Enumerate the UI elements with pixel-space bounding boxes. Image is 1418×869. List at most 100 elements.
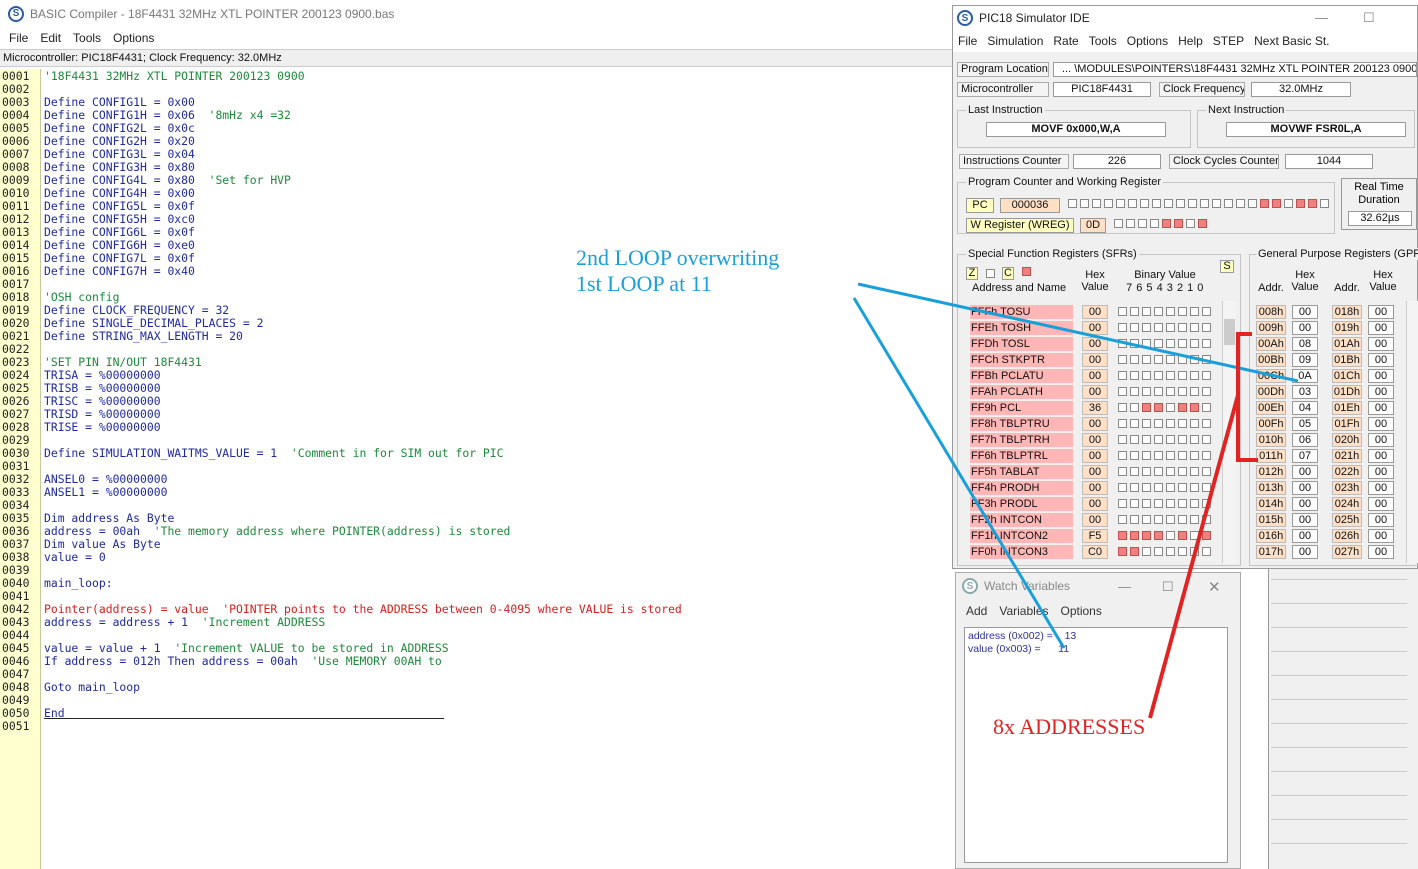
wreg-bit[interactable] bbox=[1138, 219, 1147, 228]
pc-bit[interactable] bbox=[1308, 199, 1317, 208]
flag-z-box[interactable] bbox=[986, 269, 995, 278]
sfr-bit[interactable] bbox=[1154, 387, 1163, 396]
sfr-bit[interactable] bbox=[1130, 339, 1139, 348]
gpr-value[interactable]: 00 bbox=[1368, 401, 1394, 415]
sfr-bit[interactable] bbox=[1178, 515, 1187, 524]
sfr-bit[interactable] bbox=[1178, 483, 1187, 492]
sfr-name[interactable]: FF2h INTCON bbox=[970, 513, 1073, 527]
pc-bit[interactable] bbox=[1104, 199, 1113, 208]
sfr-bit[interactable] bbox=[1190, 403, 1199, 412]
sfr-bit[interactable] bbox=[1190, 515, 1199, 524]
sfr-bit[interactable] bbox=[1202, 483, 1211, 492]
sfr-bit[interactable] bbox=[1166, 371, 1175, 380]
sim-menu-item[interactable]: Help bbox=[1173, 34, 1208, 48]
sfr-bit[interactable] bbox=[1190, 371, 1199, 380]
sfr-hex[interactable]: 00 bbox=[1082, 481, 1108, 495]
compiler-menu-item[interactable]: Edit bbox=[34, 31, 67, 45]
wreg-bit[interactable] bbox=[1150, 219, 1159, 228]
sfr-bit[interactable] bbox=[1118, 339, 1127, 348]
sfr-hex[interactable]: 00 bbox=[1082, 465, 1108, 479]
sfr-name[interactable]: FF5h TABLAT bbox=[970, 465, 1073, 479]
sfr-bit[interactable] bbox=[1154, 419, 1163, 428]
sfr-bit[interactable] bbox=[1190, 467, 1199, 476]
sfr-bit[interactable] bbox=[1202, 435, 1211, 444]
sfr-bit[interactable] bbox=[1166, 403, 1175, 412]
sfr-bit[interactable] bbox=[1202, 531, 1211, 540]
sfr-bit[interactable] bbox=[1118, 435, 1127, 444]
sfr-hex[interactable]: 00 bbox=[1082, 353, 1108, 367]
sfr-bit[interactable] bbox=[1154, 371, 1163, 380]
gpr-value[interactable]: 00 bbox=[1368, 337, 1394, 351]
sfr-bit[interactable] bbox=[1190, 547, 1199, 556]
sfr-bit[interactable] bbox=[1166, 387, 1175, 396]
sfr-bit[interactable] bbox=[1118, 387, 1127, 396]
watch-menu-item[interactable]: Add bbox=[960, 604, 993, 618]
sfr-bit[interactable] bbox=[1142, 483, 1151, 492]
gpr-value[interactable]: 04 bbox=[1292, 401, 1318, 415]
sfr-bit[interactable] bbox=[1142, 515, 1151, 524]
sfr-bit[interactable] bbox=[1154, 499, 1163, 508]
program-location-field[interactable]: ... \MODULES\POINTERS\18F4431 32MHz XTL … bbox=[1053, 62, 1417, 77]
sfr-bit[interactable] bbox=[1142, 387, 1151, 396]
pc-bit[interactable] bbox=[1320, 199, 1329, 208]
wreg-bit[interactable] bbox=[1114, 219, 1123, 228]
gpr-value[interactable]: 00 bbox=[1368, 353, 1394, 367]
sfr-bit[interactable] bbox=[1190, 499, 1199, 508]
sfr-bit[interactable] bbox=[1202, 515, 1211, 524]
sfr-bit[interactable] bbox=[1202, 499, 1211, 508]
sfr-hex[interactable]: 36 bbox=[1082, 401, 1108, 415]
sfr-bit[interactable] bbox=[1130, 547, 1139, 556]
sfr-bit[interactable] bbox=[1142, 531, 1151, 540]
sfr-bit[interactable] bbox=[1178, 467, 1187, 476]
sfr-bit[interactable] bbox=[1190, 307, 1199, 316]
sfr-hex[interactable]: 00 bbox=[1082, 433, 1108, 447]
sfr-bit[interactable] bbox=[1142, 403, 1151, 412]
sfr-bit[interactable] bbox=[1190, 339, 1199, 348]
compiler-menu-item[interactable]: Options bbox=[107, 31, 160, 45]
code-line[interactable]: Define SIMULATION_WAITMS_VALUE = 1 'Comm… bbox=[44, 447, 503, 460]
gpr-scrollbar[interactable] bbox=[1406, 301, 1418, 563]
sfr-hex[interactable]: 00 bbox=[1082, 449, 1108, 463]
sfr-bit[interactable] bbox=[1178, 371, 1187, 380]
gpr-value[interactable]: 08 bbox=[1292, 337, 1318, 351]
gpr-value[interactable]: 00 bbox=[1368, 465, 1394, 479]
code-line[interactable]: ANSEL1 = %00000000 bbox=[44, 486, 167, 499]
sfr-bit[interactable] bbox=[1118, 467, 1127, 476]
sfr-bit[interactable] bbox=[1190, 451, 1199, 460]
sfr-bit[interactable] bbox=[1130, 531, 1139, 540]
sfr-hex[interactable]: 00 bbox=[1082, 369, 1108, 383]
sfr-bit[interactable] bbox=[1142, 419, 1151, 428]
sfr-bit[interactable] bbox=[1202, 451, 1211, 460]
pc-bit[interactable] bbox=[1236, 199, 1245, 208]
gpr-value[interactable]: 00 bbox=[1292, 321, 1318, 335]
maximize-icon[interactable]: ☐ bbox=[1363, 10, 1375, 26]
wreg-bit[interactable] bbox=[1162, 219, 1171, 228]
sfr-name[interactable]: FF1h INTCON2 bbox=[970, 529, 1073, 543]
sfr-bit[interactable] bbox=[1130, 371, 1139, 380]
sfr-bit[interactable] bbox=[1118, 307, 1127, 316]
pc-bit[interactable] bbox=[1248, 199, 1257, 208]
pc-bit[interactable] bbox=[1212, 199, 1221, 208]
flag-c[interactable]: C bbox=[1002, 267, 1014, 280]
gpr-value[interactable]: 00 bbox=[1368, 385, 1394, 399]
watch-list[interactable]: address (0x002) = 13 value (0x003) = 11 bbox=[964, 627, 1228, 863]
sfr-bit[interactable] bbox=[1166, 323, 1175, 332]
sfr-bit[interactable] bbox=[1178, 499, 1187, 508]
gpr-value[interactable]: 00 bbox=[1368, 369, 1394, 383]
sfr-bit[interactable] bbox=[1178, 419, 1187, 428]
watch-maximize-icon[interactable]: ☐ bbox=[1162, 579, 1174, 595]
sfr-bit[interactable] bbox=[1130, 435, 1139, 444]
sfr-bit[interactable] bbox=[1142, 467, 1151, 476]
sim-menu-item[interactable]: STEP bbox=[1208, 34, 1249, 48]
sfr-name[interactable]: FF7h TBLPTRH bbox=[970, 433, 1073, 447]
sfr-bit[interactable] bbox=[1178, 403, 1187, 412]
sfr-bit[interactable] bbox=[1202, 339, 1211, 348]
sfr-bit[interactable] bbox=[1190, 355, 1199, 364]
pc-bit[interactable] bbox=[1200, 199, 1209, 208]
sfr-bit[interactable] bbox=[1142, 323, 1151, 332]
sfr-bit[interactable] bbox=[1178, 307, 1187, 316]
sfr-bit[interactable] bbox=[1166, 467, 1175, 476]
sfr-bit[interactable] bbox=[1130, 387, 1139, 396]
sim-menu-item[interactable]: Options bbox=[1122, 34, 1173, 48]
code-line[interactable]: Define STRING_MAX_LENGTH = 20 bbox=[44, 330, 243, 343]
